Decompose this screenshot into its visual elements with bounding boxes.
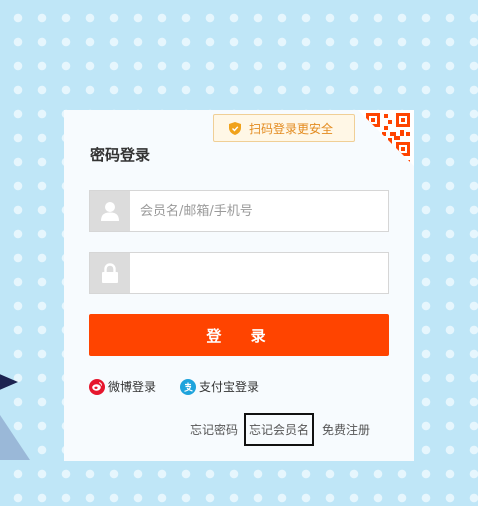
weibo-icon: [89, 378, 105, 395]
register-link[interactable]: 免费注册: [322, 421, 370, 438]
user-icon: [90, 191, 130, 231]
weibo-login-label: 微博登录: [108, 380, 157, 394]
scan-tip-text: 扫码登录更安全: [249, 121, 334, 136]
qr-code-icon: [358, 110, 414, 166]
alipay-login-label: 支付宝登录: [199, 380, 260, 394]
username-field[interactable]: [89, 190, 389, 232]
shield-icon: [229, 121, 241, 135]
alipay-icon: [180, 378, 196, 395]
password-input[interactable]: [130, 253, 388, 293]
qr-login-toggle[interactable]: [358, 110, 414, 166]
scan-login-tip: 扫码登录更安全: [213, 114, 355, 142]
lock-icon: [90, 253, 130, 293]
alipay-login-link[interactable]: 支付宝登录: [180, 378, 259, 395]
password-field[interactable]: [89, 252, 389, 294]
username-input[interactable]: [130, 191, 388, 231]
login-panel: 扫码登录更安全 密码登录 登 录 微博登录: [64, 110, 414, 461]
decorative-plane-shape: [0, 374, 30, 460]
login-button[interactable]: 登 录: [89, 314, 389, 356]
weibo-login-link[interactable]: 微博登录: [89, 378, 156, 395]
login-title: 密码登录: [90, 146, 151, 164]
forgot-password-link[interactable]: 忘记密码: [190, 421, 238, 438]
forgot-username-link[interactable]: 忘记会员名: [244, 413, 315, 446]
bottom-links: 忘记密码 忘记会员名 免费注册: [190, 413, 370, 446]
